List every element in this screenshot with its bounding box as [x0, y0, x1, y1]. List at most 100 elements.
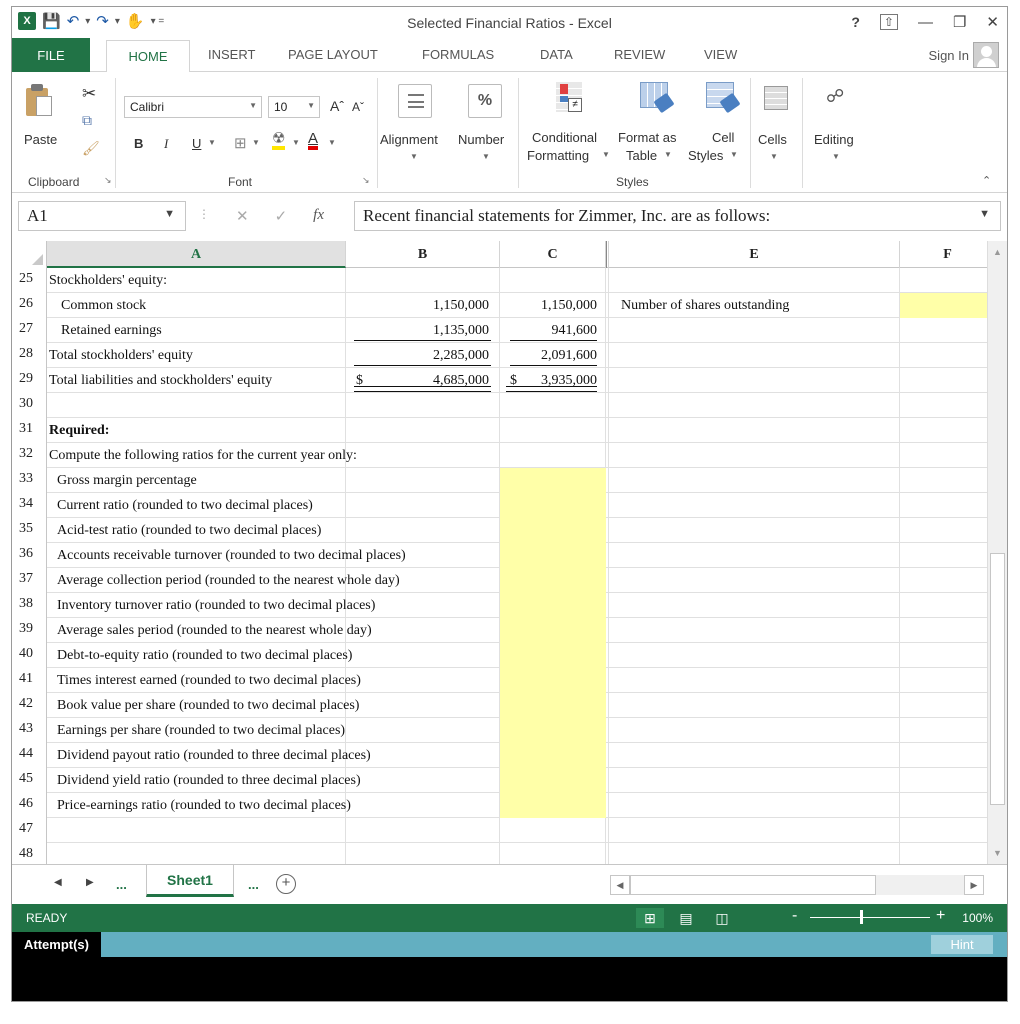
cell-a29[interactable]: Total liabilities and stockholders' equi…	[47, 368, 346, 393]
borders-icon[interactable]: ⊞	[234, 134, 247, 152]
cell-c30[interactable]	[500, 393, 606, 418]
cell-b37[interactable]	[346, 568, 500, 593]
row-header[interactable]: 27	[12, 318, 47, 343]
zoom-out-button[interactable]: -	[792, 907, 797, 925]
increase-font-icon[interactable]: Aˆ	[330, 98, 344, 114]
underline-dropdown-icon[interactable]: ▼	[208, 138, 216, 147]
row-header[interactable]: 38	[12, 593, 47, 618]
cell-c32[interactable]	[500, 443, 606, 468]
cell-a28[interactable]: Total stockholders' equity	[47, 343, 346, 368]
cell-e35[interactable]	[609, 518, 900, 543]
cell-e38[interactable]	[609, 593, 900, 618]
cancel-icon[interactable]: ✕	[236, 207, 249, 225]
cell-e30[interactable]	[609, 393, 900, 418]
format-as-table-button[interactable]: Format as	[618, 130, 677, 145]
row-header[interactable]: 36	[12, 543, 47, 568]
cell-e28[interactable]	[609, 343, 900, 368]
cell-e25[interactable]	[609, 268, 900, 293]
cell-b30[interactable]	[346, 393, 500, 418]
cell-b43[interactable]	[346, 718, 500, 743]
cell-b31[interactable]	[346, 418, 500, 443]
cell-f26[interactable]	[900, 293, 987, 318]
cell-a37[interactable]: Average collection period (rounded to th…	[47, 568, 400, 593]
cell-c35[interactable]	[500, 518, 606, 543]
row-header[interactable]: 43	[12, 718, 47, 743]
cell-c40[interactable]	[500, 643, 606, 668]
cell-c34[interactable]	[500, 493, 606, 518]
cell-a43[interactable]: Earnings per share (rounded to two decim…	[47, 718, 346, 743]
row-header[interactable]: 30	[12, 393, 47, 418]
cell-a32[interactable]: Compute the following ratios for the cur…	[47, 443, 357, 468]
cell-e44[interactable]	[609, 743, 900, 768]
cell-b38[interactable]	[346, 593, 500, 618]
page-break-view-icon[interactable]: ◫	[708, 908, 736, 928]
font-name-select[interactable]: Calibri ▼	[124, 96, 262, 118]
cell-c27[interactable]: 941,600	[500, 318, 606, 343]
font-size-select[interactable]: 10 ▼	[268, 96, 320, 118]
cell-e39[interactable]	[609, 618, 900, 643]
cell-c25[interactable]	[500, 268, 606, 293]
more-sheets-right[interactable]: ...	[248, 877, 259, 892]
borders-dropdown-icon[interactable]: ▼	[252, 138, 260, 147]
bold-button[interactable]: B	[134, 136, 143, 151]
page-layout-view-icon[interactable]: ▤	[672, 908, 700, 928]
cell-c41[interactable]	[500, 668, 606, 693]
cell-e45[interactable]	[609, 768, 900, 793]
column-header-e[interactable]: E	[609, 241, 900, 268]
alignment-button[interactable]: Alignment	[380, 132, 438, 147]
avatar[interactable]	[973, 42, 999, 68]
zoom-in-button[interactable]: +	[936, 907, 945, 925]
cell-a44[interactable]: Dividend payout ratio (rounded to three …	[47, 743, 371, 768]
cell-a26[interactable]: Common stock	[47, 293, 346, 318]
cell-c39[interactable]	[500, 618, 606, 643]
fill-color-icon[interactable]: ☢	[272, 131, 286, 150]
font-color-icon[interactable]: A	[308, 131, 319, 150]
row-header[interactable]: 33	[12, 468, 47, 493]
column-header-c[interactable]: C	[500, 241, 606, 268]
row-header[interactable]: 29	[12, 368, 47, 393]
tab-data[interactable]: DATA	[540, 47, 573, 62]
row-header[interactable]: 48	[12, 843, 47, 864]
scroll-left-icon[interactable]: ◀	[610, 875, 630, 895]
cell-b44[interactable]	[346, 743, 500, 768]
row-header[interactable]: 44	[12, 743, 47, 768]
column-header-a[interactable]: A	[47, 241, 346, 268]
font-launcher-icon[interactable]: ↘	[362, 175, 370, 186]
clipboard-launcher-icon[interactable]: ↘	[104, 175, 112, 186]
alignment-icon[interactable]	[398, 84, 432, 118]
minimize-button[interactable]: —	[918, 14, 933, 31]
cell-c38[interactable]	[500, 593, 606, 618]
cell-e32[interactable]	[609, 443, 900, 468]
tab-formulas[interactable]: FORMULAS	[422, 47, 494, 62]
row-header[interactable]: 32	[12, 443, 47, 468]
cell-f44[interactable]	[900, 743, 987, 768]
ribbon-display-options-icon[interactable]: ⇧	[879, 14, 898, 30]
row-header[interactable]: 40	[12, 643, 47, 668]
expand-formula-icon[interactable]: ▼	[979, 208, 990, 220]
cell-f41[interactable]	[900, 668, 987, 693]
cell-e46[interactable]	[609, 793, 900, 818]
row-header[interactable]: 45	[12, 768, 47, 793]
chevron-down-icon[interactable]: ▼	[164, 208, 175, 220]
hint-button[interactable]: Hint	[931, 935, 993, 954]
cell-e36[interactable]	[609, 543, 900, 568]
sign-in-area[interactable]: Sign In	[929, 42, 999, 68]
cell-f29[interactable]	[900, 368, 987, 393]
conditional-formatting-button[interactable]: Conditional	[532, 130, 597, 145]
cell-c44[interactable]	[500, 743, 606, 768]
cell-e27[interactable]	[609, 318, 900, 343]
scroll-thumb[interactable]	[990, 553, 1005, 805]
row-header[interactable]: 46	[12, 793, 47, 818]
cell-f31[interactable]	[900, 418, 987, 443]
format-as-table-icon[interactable]	[638, 80, 675, 114]
cell-a45[interactable]: Dividend yield ratio (rounded to three d…	[47, 768, 361, 793]
cell-e47[interactable]	[609, 818, 900, 843]
cell-a31[interactable]: Required:	[47, 418, 346, 443]
cell-e48[interactable]	[609, 843, 900, 864]
row-header[interactable]: 39	[12, 618, 47, 643]
cell-c46[interactable]	[500, 793, 606, 818]
row-header[interactable]: 47	[12, 818, 47, 843]
insert-function-icon[interactable]: fx	[313, 207, 324, 225]
cell-a25[interactable]: Stockholders' equity:	[47, 268, 346, 293]
cell-c33[interactable]	[500, 468, 606, 493]
